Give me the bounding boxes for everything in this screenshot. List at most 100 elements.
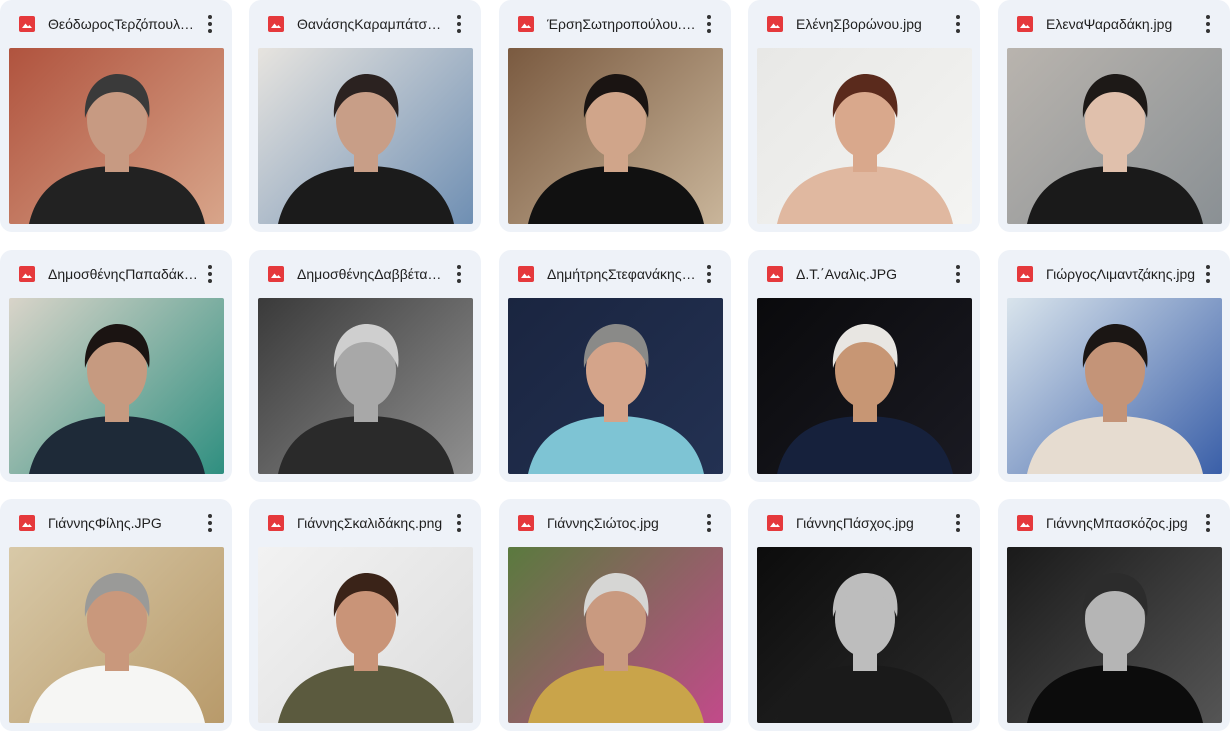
file-card-header: ΕλεναΨαραδάκη.jpg (998, 0, 1230, 48)
file-card-header: ΓιάννηςΦίλης.JPG (0, 499, 232, 547)
file-name: ΔημήτρηςΣτεφανάκης.jpg (547, 266, 697, 282)
more-actions-button[interactable] (198, 262, 222, 286)
file-card-header: ΔημοσθένηςΔαββέτας.jpg (249, 250, 481, 298)
image-thumbnail[interactable] (258, 298, 473, 474)
more-actions-button[interactable] (946, 511, 970, 535)
file-name: ΕλεναΨαραδάκη.jpg (1046, 16, 1173, 32)
file-card-header: ΔημήτρηςΣτεφανάκης.jpg (499, 250, 731, 298)
image-file-icon (518, 16, 534, 32)
more-vert-icon (956, 15, 960, 33)
file-card[interactable]: ΕλεναΨαραδάκη.jpg (998, 0, 1230, 232)
more-actions-button[interactable] (1196, 511, 1220, 535)
image-thumbnail[interactable] (1007, 298, 1222, 474)
more-actions-button[interactable] (447, 12, 471, 36)
image-file-icon (268, 515, 284, 531)
more-actions-button[interactable] (447, 511, 471, 535)
image-thumbnail[interactable] (258, 48, 473, 224)
file-card[interactable]: ΓιάννηςΣιώτος.jpg (499, 499, 731, 731)
more-vert-icon (208, 15, 212, 33)
more-vert-icon (1206, 514, 1210, 532)
file-card-header: ΔημοσθένηςΠαπαδάκης.jpg (0, 250, 232, 298)
image-thumbnail[interactable] (757, 298, 972, 474)
file-name: ΕλένηΣβορώνου.jpg (796, 16, 922, 32)
file-card[interactable]: ΈρσηΣωτηροπούλου.jpg (499, 0, 731, 232)
file-name: ΓιάννηςΣιώτος.jpg (547, 515, 659, 531)
portrait-silhouette (278, 573, 454, 723)
file-card[interactable]: ΓιάννηςΠάσχος.jpg (748, 499, 980, 731)
more-vert-icon (956, 514, 960, 532)
file-name: ΓιάννηςΦίλης.JPG (48, 515, 162, 531)
more-actions-button[interactable] (697, 262, 721, 286)
image-file-icon (19, 266, 35, 282)
image-file-icon (767, 266, 783, 282)
image-file-icon (1017, 515, 1033, 531)
portrait-silhouette (777, 573, 953, 723)
image-thumbnail[interactable] (258, 547, 473, 723)
image-file-icon (268, 266, 284, 282)
portrait-silhouette (528, 74, 704, 224)
portrait-silhouette (528, 573, 704, 723)
portrait-silhouette (29, 324, 205, 474)
file-card[interactable]: ΓιάννηςΜπασκόζος.jpg (998, 499, 1230, 731)
file-name: ΓιώργοςΛιμαντζάκης.jpg (1046, 266, 1196, 282)
file-card[interactable]: ΔημοσθένηςΠαπαδάκης.jpg (0, 250, 232, 482)
more-actions-button[interactable] (198, 511, 222, 535)
more-actions-button[interactable] (697, 12, 721, 36)
portrait-silhouette (1027, 573, 1203, 723)
image-thumbnail[interactable] (508, 298, 723, 474)
file-card-header: ΘεόδωροςΤερζόπουλος.jpg (0, 0, 232, 48)
more-vert-icon (457, 514, 461, 532)
more-vert-icon (457, 265, 461, 283)
more-actions-button[interactable] (946, 262, 970, 286)
file-name: ΔημοσθένηςΠαπαδάκης.jpg (48, 266, 198, 282)
more-actions-button[interactable] (447, 262, 471, 286)
file-name: ΓιάννηςΠάσχος.jpg (796, 515, 914, 531)
file-card[interactable]: ΓιάννηςΦίλης.JPG (0, 499, 232, 731)
more-actions-button[interactable] (198, 12, 222, 36)
image-thumbnail[interactable] (9, 298, 224, 474)
more-actions-button[interactable] (946, 12, 970, 36)
file-card[interactable]: ΔημήτρηςΣτεφανάκης.jpg (499, 250, 731, 482)
image-thumbnail[interactable] (9, 48, 224, 224)
file-card-header: ΓιώργοςΛιμαντζάκης.jpg (998, 250, 1230, 298)
file-card[interactable]: ΕλένηΣβορώνου.jpg (748, 0, 980, 232)
file-card-header: ΈρσηΣωτηροπούλου.jpg (499, 0, 731, 48)
image-thumbnail[interactable] (508, 547, 723, 723)
portrait-silhouette (777, 74, 953, 224)
image-file-icon (1017, 16, 1033, 32)
portrait-silhouette (278, 74, 454, 224)
file-card[interactable]: ΓιώργοςΛιμαντζάκης.jpg (998, 250, 1230, 482)
file-name: ΘεόδωροςΤερζόπουλος.jpg (48, 16, 198, 32)
portrait-silhouette (278, 324, 454, 474)
image-thumbnail[interactable] (1007, 48, 1222, 224)
more-actions-button[interactable] (697, 511, 721, 535)
more-actions-button[interactable] (1196, 12, 1220, 36)
file-card[interactable]: ΘανάσηςΚαραμπάτσος.jpg (249, 0, 481, 232)
more-vert-icon (208, 514, 212, 532)
image-thumbnail[interactable] (1007, 547, 1222, 723)
more-actions-button[interactable] (1196, 262, 1220, 286)
file-card-header: ΘανάσηςΚαραμπάτσος.jpg (249, 0, 481, 48)
image-file-icon (19, 515, 35, 531)
file-card[interactable]: ΘεόδωροςΤερζόπουλος.jpg (0, 0, 232, 232)
more-vert-icon (1206, 265, 1210, 283)
file-name: ΔημοσθένηςΔαββέτας.jpg (297, 266, 447, 282)
image-thumbnail[interactable] (508, 48, 723, 224)
file-card[interactable]: ΓιάννηςΣκαλιδάκης.png (249, 499, 481, 731)
more-vert-icon (707, 15, 711, 33)
image-file-icon (1017, 266, 1033, 282)
file-card-header: ΓιάννηςΣκαλιδάκης.png (249, 499, 481, 547)
image-file-icon (767, 515, 783, 531)
image-thumbnail[interactable] (757, 48, 972, 224)
image-file-icon (767, 16, 783, 32)
image-thumbnail[interactable] (9, 547, 224, 723)
more-vert-icon (707, 265, 711, 283)
more-vert-icon (208, 265, 212, 283)
file-card[interactable]: Δ.Τ.΄Αναλις.JPG (748, 250, 980, 482)
more-vert-icon (457, 15, 461, 33)
more-vert-icon (707, 514, 711, 532)
image-file-icon (518, 515, 534, 531)
file-card[interactable]: ΔημοσθένηςΔαββέτας.jpg (249, 250, 481, 482)
image-thumbnail[interactable] (757, 547, 972, 723)
file-name: ΓιάννηςΣκαλιδάκης.png (297, 515, 443, 531)
